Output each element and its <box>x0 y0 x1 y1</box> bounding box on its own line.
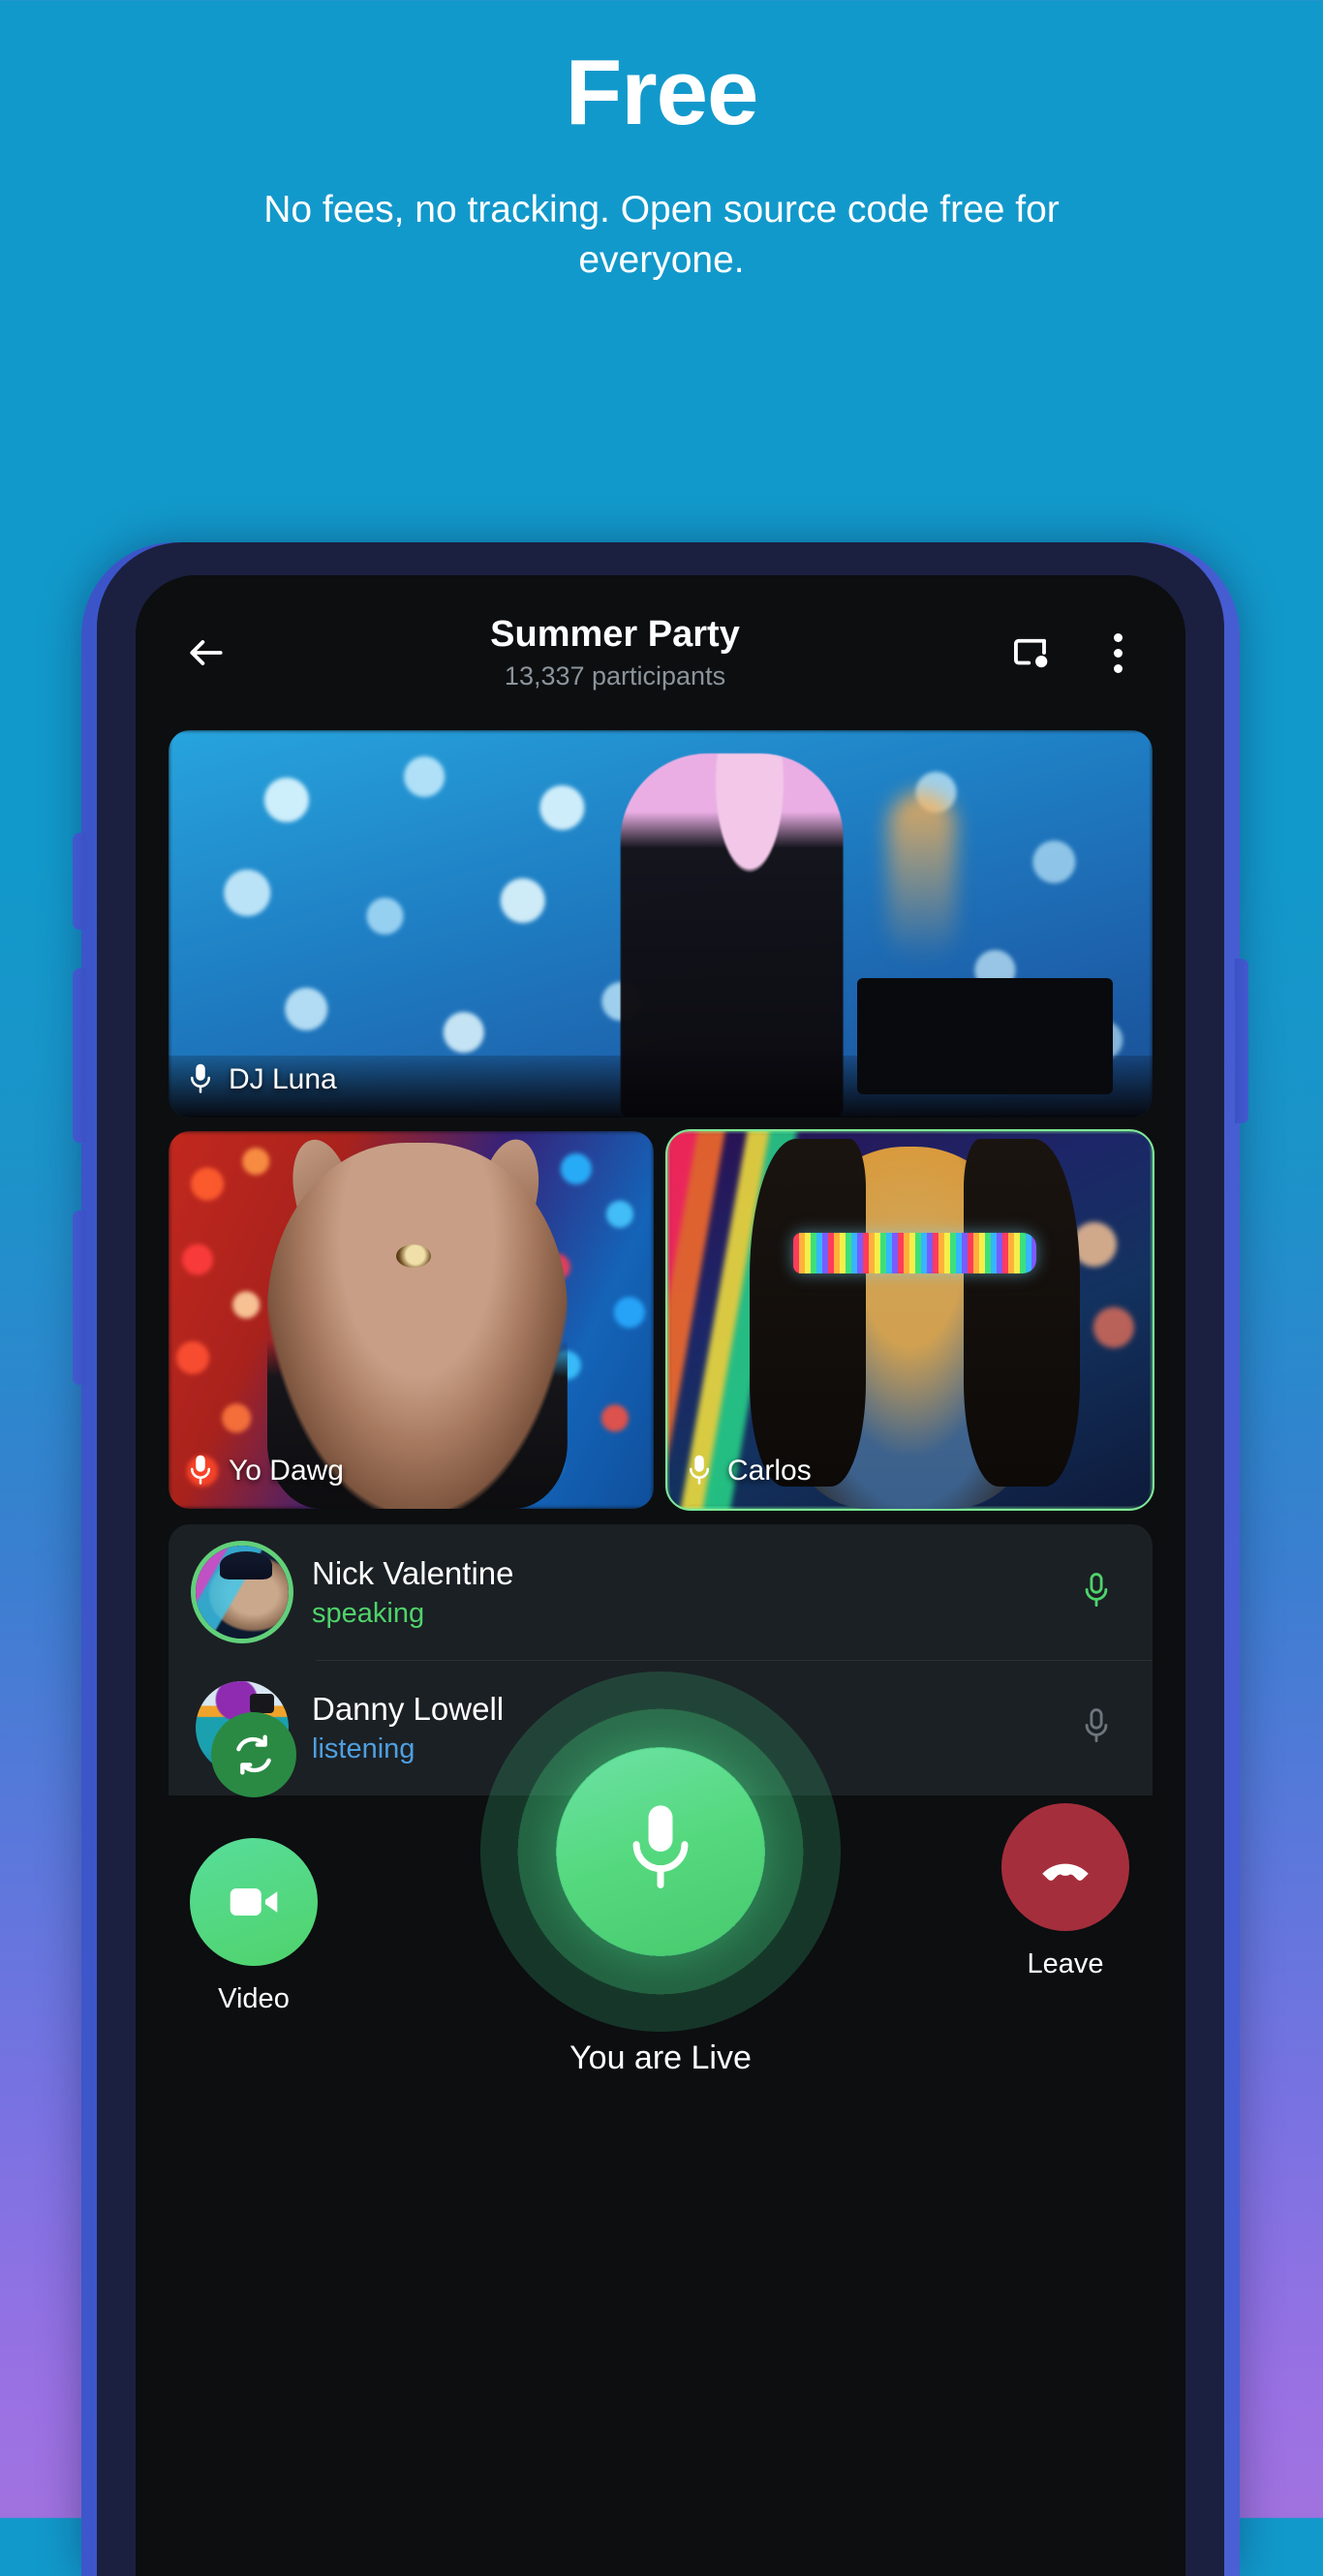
phone-side-button-volume-up <box>73 968 86 1143</box>
more-vertical-icon <box>1113 632 1123 673</box>
microphone-icon <box>632 1805 689 1888</box>
avatar <box>196 1546 289 1639</box>
leave-button-label: Leave <box>1027 1948 1104 1979</box>
dj-laptop <box>857 978 1114 1094</box>
video-button-circle <box>190 1838 318 1966</box>
participant-name: Yo Dawg <box>229 1455 344 1487</box>
mic-button-circle <box>557 1748 764 1955</box>
phone-screen: Summer Party 13,337 participants DJ Luna… <box>136 575 1185 2576</box>
phone-mockup: Summer Party 13,337 participants DJ Luna… <box>73 542 1248 2576</box>
participant-name: Nick Valentine <box>312 1554 514 1591</box>
leave-button-circle <box>1001 1803 1129 1931</box>
status-badge: speaking <box>312 1598 425 1630</box>
phone-side-button-power <box>1235 959 1248 1123</box>
participant-name: DJ Luna <box>229 1063 337 1095</box>
carlos-hair-left <box>750 1138 867 1487</box>
back-button[interactable] <box>170 617 242 689</box>
microphone-icon <box>191 1455 210 1485</box>
flip-camera-icon <box>236 1734 271 1775</box>
call-controls: Video You are Live Leave <box>136 1671 1185 2111</box>
video-toggle-button[interactable]: Video <box>190 1838 318 2015</box>
phone-hangup-icon <box>1042 1863 1089 1881</box>
screen-share-icon <box>1014 638 1048 668</box>
header-titles: Summer Party 13,337 participants <box>232 614 998 691</box>
promo-title: Free <box>565 41 759 144</box>
carlos-hair-right <box>963 1138 1080 1487</box>
video-tile-carlos[interactable]: Carlos <box>665 1129 1154 1511</box>
participant-info: Nick Valentine speaking <box>312 1554 1044 1631</box>
arrow-left-icon <box>190 640 223 665</box>
leave-call-button[interactable]: Leave <box>1001 1803 1129 1980</box>
carlos-visor-glasses <box>793 1233 1036 1274</box>
video-camera-icon <box>230 1888 278 1916</box>
video-tile-row: Yo Dawg Carlos <box>169 1129 1154 1511</box>
video-button-label: Video <box>218 1983 290 2014</box>
video-tile-dj-luna[interactable]: DJ Luna <box>169 730 1153 1118</box>
app-header: Summer Party 13,337 participants <box>136 575 1185 730</box>
stage-light-glow <box>887 792 956 963</box>
screen-share-button[interactable] <box>998 620 1063 686</box>
participant-name: Carlos <box>727 1455 812 1487</box>
participant-count: 13,337 participants <box>504 660 726 690</box>
microphone-icon <box>690 1455 709 1485</box>
mic-status-button[interactable] <box>1067 1571 1125 1613</box>
live-status-label: You are Live <box>569 2039 752 2076</box>
video-tile-label: DJ Luna <box>186 1061 337 1098</box>
microphone-icon <box>191 1063 210 1093</box>
phone-side-button-volume-down <box>73 1211 86 1385</box>
video-tile-label: Carlos <box>685 1453 812 1489</box>
video-grid: DJ Luna Yo Dawg Carlos <box>136 730 1185 1511</box>
phone-side-button-silent <box>73 833 86 930</box>
video-tile-yo-dawg[interactable]: Yo Dawg <box>169 1131 654 1509</box>
promo-header: Free No fees, no tracking. Open source c… <box>0 0 1323 287</box>
microphone-icon <box>1085 1573 1108 1608</box>
flip-camera-button[interactable] <box>211 1712 296 1797</box>
avatar-image-nick-valentine <box>196 1546 289 1639</box>
mic-toggle-button[interactable]: You are Live <box>480 1671 841 2077</box>
header-actions <box>998 620 1151 686</box>
mic-glow-ring <box>480 1671 841 2032</box>
video-tile-label: Yo Dawg <box>186 1453 344 1489</box>
promo-subtitle: No fees, no tracking. Open source code f… <box>263 188 1060 282</box>
list-item[interactable]: Nick Valentine speaking <box>169 1524 1153 1660</box>
more-options-button[interactable] <box>1085 620 1151 686</box>
page-title: Summer Party <box>490 614 740 656</box>
